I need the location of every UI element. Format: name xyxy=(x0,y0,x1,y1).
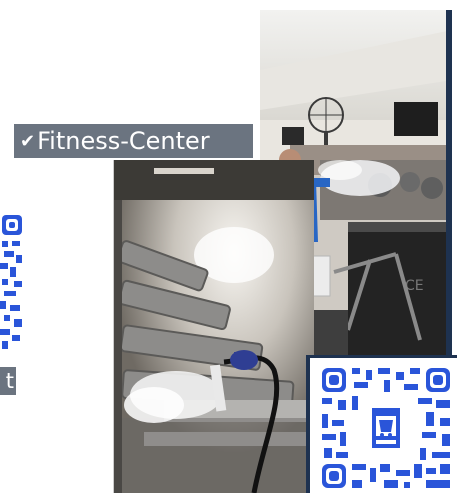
fitness-center-label: Fitness-Center xyxy=(37,127,210,155)
qr-code-card[interactable] xyxy=(306,355,457,493)
qr-code-partial-left[interactable] xyxy=(0,215,24,350)
photo-treadmills-disinfecting xyxy=(113,160,314,493)
checkmark-icon: ✔ xyxy=(20,131,36,152)
qr-center-logo xyxy=(368,404,404,452)
qr-code[interactable] xyxy=(318,364,454,492)
left-label-fragment: t xyxy=(0,367,16,395)
fitness-center-tag[interactable]: ✔Fitness-Center xyxy=(14,124,253,158)
qr-finder-top-left xyxy=(322,368,346,392)
